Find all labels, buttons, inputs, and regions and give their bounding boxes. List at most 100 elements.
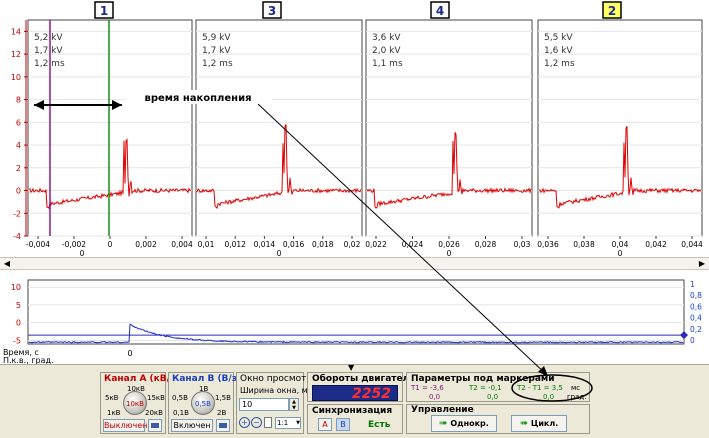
channel-a-toggle-button[interactable]: Выключен — [103, 419, 147, 432]
channel-b-panel: Канал В (В/з) 1В 0,5В 1,5В 0,1В 2В 0,5В … — [168, 372, 241, 434]
marker-t2-value: 0,0 — [487, 393, 499, 401]
marker-unit-ms: мс — [571, 384, 581, 392]
control-title: Управление — [411, 405, 474, 415]
x-tick-label: -0,002 — [62, 240, 86, 249]
readout-line: 1,2 ms — [544, 59, 575, 69]
x-tick-label: 0,014 — [254, 240, 276, 249]
x-tick-label: 0,022 — [365, 240, 387, 249]
marker-diff-value: 0,0 — [543, 393, 555, 401]
x-tick-label: 0,03 — [514, 240, 531, 249]
x-tick-label: 0,01 — [198, 240, 215, 249]
x-tick-label: 0,002 — [135, 240, 157, 249]
marker-t1: T1 = -3,6 — [411, 384, 444, 392]
x-tick-label: 0 — [108, 240, 113, 249]
x-tick-label: 0,018 — [312, 240, 334, 249]
collapse-arrow-icon[interactable]: ▼ — [348, 363, 354, 372]
overview-y-right-label: 0,8 — [690, 291, 702, 300]
overview-y-right-label: 0,2 — [690, 325, 702, 334]
marker-unit-deg: град. — [567, 393, 587, 401]
marker-t2: T2 = -0,1 — [469, 384, 502, 392]
horizontal-scrollbar[interactable]: ◀ ▶ — [0, 257, 709, 270]
scope-panel-3[interactable]: 4 3,6 kV 2,0 kV 1,1 ms 0,022 0,024 0,026 0,028 0… — [365, 1, 533, 258]
x-tick-label: 0,02 — [344, 240, 361, 249]
readout-line: 1,1 ms — [372, 59, 403, 69]
zoom-select[interactable]: 1:1 ▼ — [275, 417, 301, 429]
overview-y-right-label: 0 — [690, 336, 695, 345]
overview-y-left-label: 5 — [16, 301, 21, 310]
marker-diff: T2 - T1 = 3,5 — [517, 384, 563, 392]
y-tick-label: 6 — [16, 118, 21, 127]
x-tick-label: 0,036 — [537, 240, 559, 249]
x-tick-label: 0,028 — [475, 240, 497, 249]
y-tick-label: 10 — [11, 73, 21, 82]
readout-line: 1,6 kV — [544, 46, 573, 56]
sync-a-button[interactable]: A — [318, 418, 332, 431]
y-tick-label: 8 — [16, 96, 21, 105]
y-tick-label: -4 — [13, 232, 21, 241]
x-tick-label: 0,044 — [681, 240, 703, 249]
overview-frame — [27, 279, 685, 345]
zoom-value: 1:1 — [277, 419, 289, 427]
channel-a-dial-right: 15кВ — [147, 394, 165, 402]
page-icon[interactable] — [264, 417, 272, 428]
x-tick-label: 0,016 — [283, 240, 305, 249]
channel-tab-label: 4 — [436, 4, 444, 18]
window-width-spinner[interactable]: ▲ ▼ — [289, 398, 299, 411]
window-width-input[interactable]: 10 — [239, 398, 289, 411]
single-run-label: Однокр. — [450, 419, 489, 428]
channel-b-title: Канал В (В/з) — [172, 374, 242, 384]
channel-a-knob-value: 10кВ — [126, 400, 144, 408]
channel-b-dial-left: 0,5В — [172, 394, 188, 402]
zoom-out-icon[interactable]: − — [251, 417, 262, 428]
oscilloscope-view[interactable]: 14 12 10 8 6 4 2 0 -2 -4 1 5,2 kV 1,7 kV 1,2 ms -0,004… — [0, 0, 709, 275]
keyboard-icon — [219, 423, 227, 428]
marker-params-panel: Параметры под маркерами T1 = -3,6 0,0 T2… — [406, 372, 590, 402]
cycle-run-button[interactable]: ➠ Цикл. — [511, 415, 567, 432]
channel-b-toggle-button[interactable]: Включен — [171, 419, 213, 432]
scroll-left-icon[interactable]: ◀ — [2, 259, 12, 269]
y-tick-label: 14 — [11, 27, 21, 36]
y-tick-label: -2 — [13, 209, 21, 218]
readout-line: 2,0 kV — [372, 46, 401, 56]
readout-line: 3,6 kV — [372, 33, 401, 43]
scope-panel-2[interactable]: 3 5,9 kV 1,7 kV 1,2 ms 0,01 0,012 0,014 0,016 0,… — [195, 1, 363, 258]
readout-line: 5,9 kV — [202, 33, 231, 43]
y-tick-label: 12 — [11, 50, 21, 59]
overview-y-right-label: 0,6 — [690, 302, 702, 311]
marker-params-title: Параметры под маркерами — [411, 374, 555, 384]
cycle-run-label: Цикл. — [530, 419, 559, 428]
overview-y-left-label: -5 — [13, 336, 21, 345]
readout-line: 5,2 kV — [34, 33, 63, 43]
readout-line: 1,2 ms — [202, 59, 233, 69]
single-run-button[interactable]: ➠ Однокр. — [431, 415, 497, 432]
channel-a-dial-bottom-left: 1кВ — [107, 409, 121, 417]
overview-y-left-label: 0 — [16, 319, 21, 328]
rpm-title: Обороты двигателя — [312, 374, 415, 384]
chevron-down-icon: ▼ — [296, 420, 300, 426]
channel-b-dial-right: 1,5В — [215, 394, 231, 402]
view-window-title: Окно просмотра — [240, 374, 318, 384]
scroll-right-icon[interactable]: ▶ — [697, 259, 707, 269]
sync-status: Есть — [368, 420, 391, 430]
overview-plot[interactable]: 1050-510,80,60,40,20Время, сП.к.в., град… — [0, 272, 709, 364]
keyboard-icon — [151, 423, 159, 428]
overview-y-left-label: 10 — [11, 283, 21, 292]
play-arrow-icon: ➠ — [519, 418, 529, 429]
readout-line: 1,7 kV — [34, 46, 63, 56]
overview-y-right-label: 1 — [690, 280, 695, 289]
x-tick-label: 0,024 — [402, 240, 424, 249]
x-tick-label: 0,026 — [438, 240, 460, 249]
rpm-value: 2252 — [352, 386, 391, 402]
channel-a-panel: Канал А (кВ/з) 10кВ 5кВ 15кВ 1кВ 20кВ 10… — [100, 372, 179, 434]
channel-b-settings-button[interactable] — [216, 419, 230, 432]
channel-a-dial-left: 5кВ — [105, 394, 119, 402]
zoom-in-icon[interactable]: + — [239, 417, 250, 428]
channel-a-settings-button[interactable] — [148, 419, 162, 432]
channel-b-dial-bottom-right: 2В — [217, 409, 227, 417]
scope-panel-4[interactable]: 2 5,5 kV 1,6 kV 1,2 ms 0,036 0,038 0,04 0,042 0,… — [537, 1, 703, 258]
channel-tab-label: 1 — [100, 4, 108, 18]
play-arrow-icon: ➠ — [439, 418, 448, 429]
sync-b-button[interactable]: B — [336, 418, 350, 431]
readout-line: 5,5 kV — [544, 33, 573, 43]
x-tick-label: 0,042 — [645, 240, 667, 249]
